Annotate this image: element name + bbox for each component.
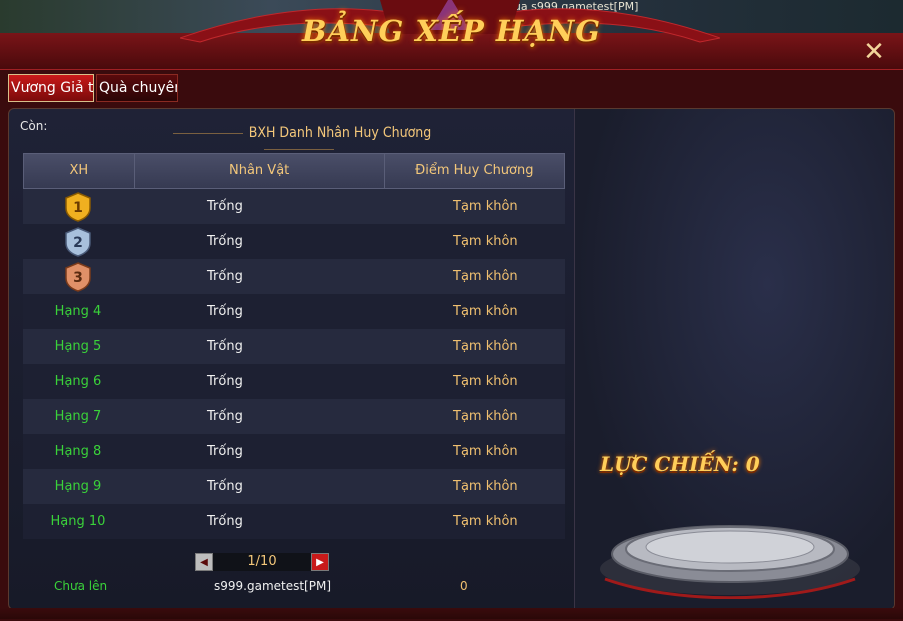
table-row[interactable]: Hạng 4 Trống Tạm khôn: [23, 294, 565, 329]
prev-page-button[interactable]: ◀: [195, 553, 213, 571]
score-cell: Tạm khôn: [453, 444, 518, 459]
con-label: Còn:: [20, 119, 48, 133]
name-cell: Trống: [207, 479, 243, 494]
close-button[interactable]: ✕: [860, 38, 888, 66]
panel-divider: [574, 109, 575, 609]
rank-cell: Hạng 6: [54, 374, 102, 389]
score-cell: Tạm khôn: [453, 269, 518, 284]
table-header: XH Nhân Vật Điểm Huy Chương: [23, 153, 565, 189]
main-panel: Còn: BXH Danh Nhân Huy Chương XH Nhân Vậ…: [8, 108, 895, 610]
bronze-medal-icon: 3: [65, 261, 91, 292]
rank-cell: 1: [23, 191, 133, 222]
window-title: BẢNG XẾP HẠNG: [301, 14, 602, 48]
gold-medal-icon: 1: [65, 191, 91, 222]
score-cell: Tạm khôn: [453, 479, 518, 494]
name-cell: Trống: [207, 199, 243, 214]
arrow-left-icon: ◀: [200, 556, 208, 568]
medal-number: 3: [73, 270, 83, 286]
combat-power: LỰC CHIẾN: 0: [600, 452, 760, 476]
name-cell: Trống: [207, 444, 243, 459]
table-row[interactable]: Hạng 8 Trống Tạm khôn: [23, 434, 565, 469]
score-cell: Tạm khôn: [453, 514, 518, 529]
rank-cell: Hạng 7: [54, 409, 102, 424]
score-cell: Tạm khôn: [453, 409, 518, 424]
table-body: 1 Trống Tạm khôn 2 Trống Tạm khôn 3 Trốn…: [23, 189, 565, 539]
header-character: Nhân Vật: [135, 154, 385, 188]
my-rank-row: Chưa lên s999.gametest[PM] 0: [9, 579, 575, 599]
close-icon: ✕: [863, 37, 885, 67]
ranking-table: XH Nhân Vật Điểm Huy Chương 1 Trống Tạm …: [23, 153, 565, 539]
header-rank: XH: [24, 154, 135, 188]
rank-cell: Hạng 9: [54, 479, 102, 494]
name-cell: Trống: [207, 269, 243, 284]
score-cell: Tạm khôn: [453, 199, 518, 214]
medal-number: 1: [73, 200, 83, 216]
name-cell: Trống: [207, 234, 243, 249]
header-score: Điểm Huy Chương: [415, 163, 534, 178]
pagination: ◀ 1/10 ▶: [195, 553, 329, 571]
rank-cell: Hạng 5: [54, 339, 102, 354]
rank-cell: 2: [23, 226, 133, 257]
window-bottom-edge: [0, 608, 903, 619]
name-cell: Trống: [207, 514, 243, 529]
rank-cell: Hạng 10: [50, 514, 106, 529]
silver-medal-icon: 2: [65, 226, 91, 257]
tab-bar: Vương Giả t Quà chuyên: [8, 74, 180, 102]
title-divider-left: [172, 132, 243, 134]
table-row[interactable]: Hạng 6 Trống Tạm khôn: [23, 364, 565, 399]
table-row[interactable]: Hạng 7 Trống Tạm khôn: [23, 399, 565, 434]
score-cell: Tạm khôn: [453, 339, 518, 354]
arrow-right-icon: ▶: [316, 556, 324, 568]
character-pedestal: [600, 525, 860, 599]
score-cell: Tạm khôn: [453, 234, 518, 249]
my-score: 0: [460, 579, 468, 593]
medal-number: 2: [73, 235, 83, 251]
rank-cell: Hạng 8: [54, 444, 102, 459]
score-cell: Tạm khôn: [453, 374, 518, 389]
name-cell: Trống: [207, 409, 243, 424]
table-row[interactable]: 2 Trống Tạm khôn: [23, 224, 565, 259]
table-row[interactable]: Hạng 5 Trống Tạm khôn: [23, 329, 565, 364]
score-cell: Tạm khôn: [453, 304, 518, 319]
next-page-button[interactable]: ▶: [311, 553, 329, 571]
page-indicator: 1/10: [213, 553, 311, 571]
name-cell: Trống: [207, 304, 243, 319]
my-name: s999.gametest[PM]: [214, 579, 332, 593]
rank-cell: Hạng 4: [54, 304, 102, 319]
section-title-text: BXH Danh Nhân Huy Chương: [248, 125, 432, 141]
table-row[interactable]: 3 Trống Tạm khôn: [23, 259, 565, 294]
title-divider-right: [264, 148, 334, 150]
tab-vuong-gia[interactable]: Vương Giả t: [8, 74, 94, 102]
my-rank: Chưa lên: [54, 579, 108, 593]
table-row[interactable]: Hạng 9 Trống Tạm khôn: [23, 469, 565, 504]
tab-qua-chuyen[interactable]: Quà chuyên: [96, 74, 178, 102]
table-row[interactable]: Hạng 10 Trống Tạm khôn: [23, 504, 565, 539]
table-row[interactable]: 1 Trống Tạm khôn: [23, 189, 565, 224]
name-cell: Trống: [207, 339, 243, 354]
rank-cell: 3: [23, 261, 133, 292]
name-cell: Trống: [207, 374, 243, 389]
